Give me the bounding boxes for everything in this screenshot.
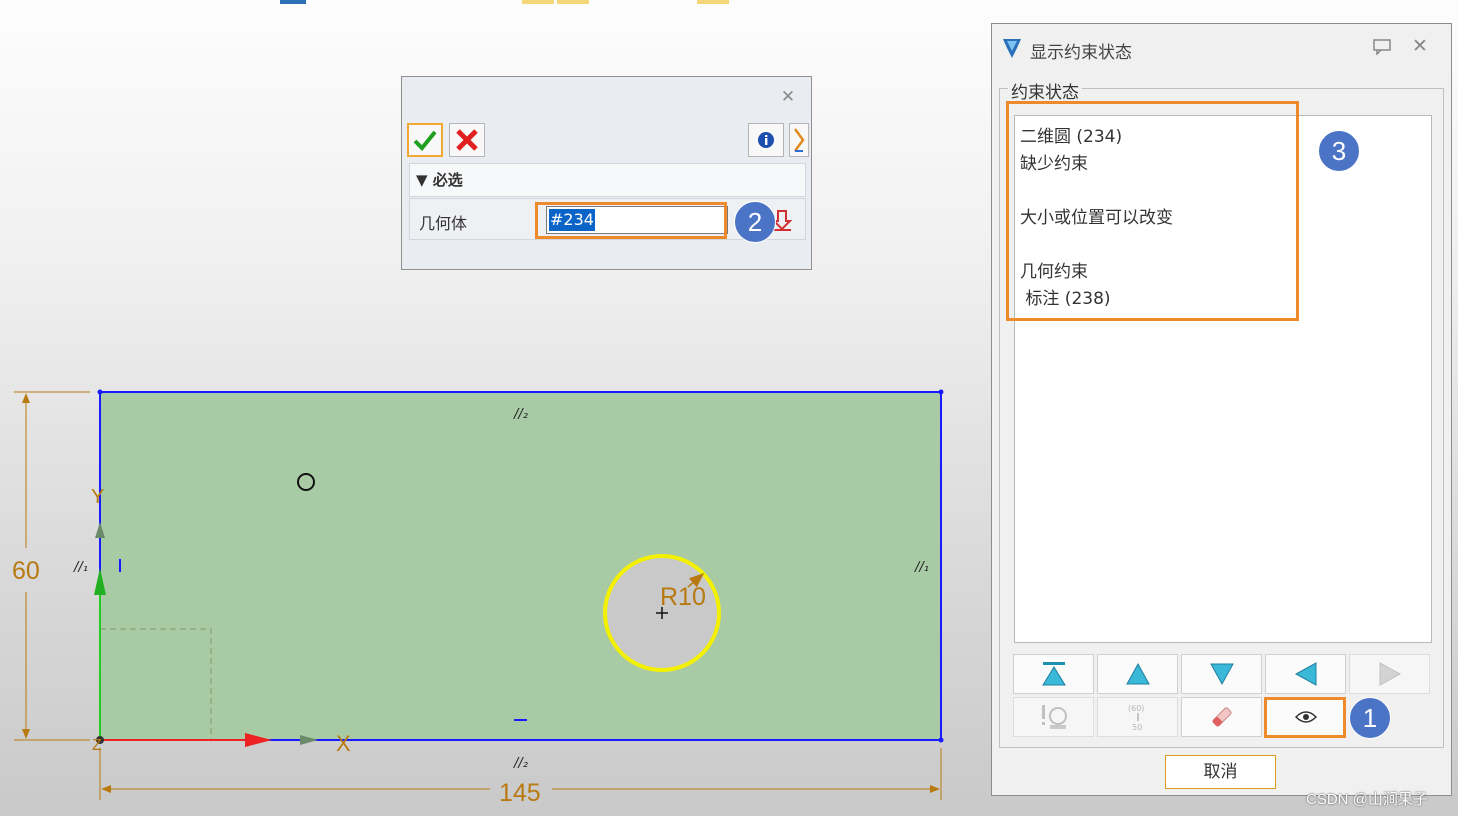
rect-vertex[interactable] bbox=[938, 737, 944, 743]
expand-button[interactable] bbox=[789, 123, 809, 157]
radius-dimension[interactable]: R10 bbox=[660, 583, 706, 611]
required-section-header[interactable]: ▼ 必选 bbox=[409, 163, 806, 197]
parallel-constraint-left: //₁ bbox=[73, 560, 88, 575]
move-right-button[interactable] bbox=[1349, 654, 1430, 694]
height-dimension[interactable]: 60 bbox=[12, 557, 40, 585]
eraser-icon bbox=[1211, 707, 1232, 727]
axis-y-label: Y bbox=[91, 486, 104, 508]
move-to-top-icon bbox=[1041, 662, 1066, 686]
highlight-box-geometry-input bbox=[535, 202, 727, 239]
highlight-box-constraint-list bbox=[1006, 101, 1299, 321]
collapse-triangle-icon: ▼ bbox=[416, 171, 428, 189]
geometry-field-label: 几何体 bbox=[419, 214, 468, 233]
move-down-icon bbox=[1209, 663, 1234, 686]
move-up-icon bbox=[1125, 662, 1150, 685]
watermark: CSDN @山涧果子 bbox=[1306, 791, 1428, 808]
step-badge-3: 3 bbox=[1318, 130, 1360, 172]
info-button[interactable] bbox=[748, 123, 784, 157]
move-up-button[interactable] bbox=[1097, 654, 1178, 694]
cancel-x-icon bbox=[456, 129, 478, 151]
ok-button[interactable] bbox=[407, 123, 443, 157]
dimension-value-icon: (60) 50 bbox=[1128, 704, 1144, 732]
sketch-rectangle[interactable] bbox=[99, 391, 942, 741]
highlight-box-eye-button bbox=[1264, 697, 1346, 738]
close-icon[interactable]: ✕ bbox=[1412, 35, 1428, 57]
step-badge-1: 1 bbox=[1349, 697, 1391, 739]
comment-icon[interactable] bbox=[1373, 39, 1391, 55]
ok-check-icon bbox=[413, 130, 437, 151]
required-section-label: 必选 bbox=[432, 171, 463, 189]
step-badge-2: 2 bbox=[734, 201, 776, 243]
move-right-icon bbox=[1379, 662, 1401, 686]
parallel-constraint-right: //₁ bbox=[914, 560, 929, 575]
move-down-button[interactable] bbox=[1181, 654, 1262, 694]
constraint-warning-button[interactable] bbox=[1013, 697, 1094, 737]
cancel-button[interactable]: 取消 bbox=[1165, 755, 1276, 789]
panel-title: 显示约束状态 bbox=[1030, 43, 1132, 63]
move-to-top-button[interactable] bbox=[1013, 654, 1094, 694]
parallel-constraint-top: //₂ bbox=[513, 407, 528, 422]
rect-vertex[interactable] bbox=[938, 389, 944, 395]
dimension-value-button[interactable]: (60) 50 bbox=[1097, 697, 1178, 737]
eraser-button[interactable] bbox=[1181, 697, 1262, 737]
move-left-button[interactable] bbox=[1265, 654, 1346, 694]
width-dimension[interactable]: 145 bbox=[499, 779, 541, 807]
rect-vertex[interactable] bbox=[97, 389, 103, 395]
app-logo-icon bbox=[1003, 39, 1021, 58]
close-icon[interactable]: ✕ bbox=[779, 88, 797, 106]
group-label: 约束状态 bbox=[1008, 78, 1082, 103]
constraint-warning-icon bbox=[1041, 705, 1067, 729]
svg-text:50: 50 bbox=[1132, 723, 1142, 732]
axis-x-label: X bbox=[336, 731, 351, 756]
cancel-button[interactable] bbox=[449, 123, 485, 157]
info-icon bbox=[758, 132, 774, 148]
parallel-constraint-bottom: //₂ bbox=[513, 756, 528, 771]
expand-icon bbox=[793, 128, 805, 152]
svg-text:(60): (60) bbox=[1128, 704, 1144, 713]
move-left-icon bbox=[1294, 662, 1316, 686]
